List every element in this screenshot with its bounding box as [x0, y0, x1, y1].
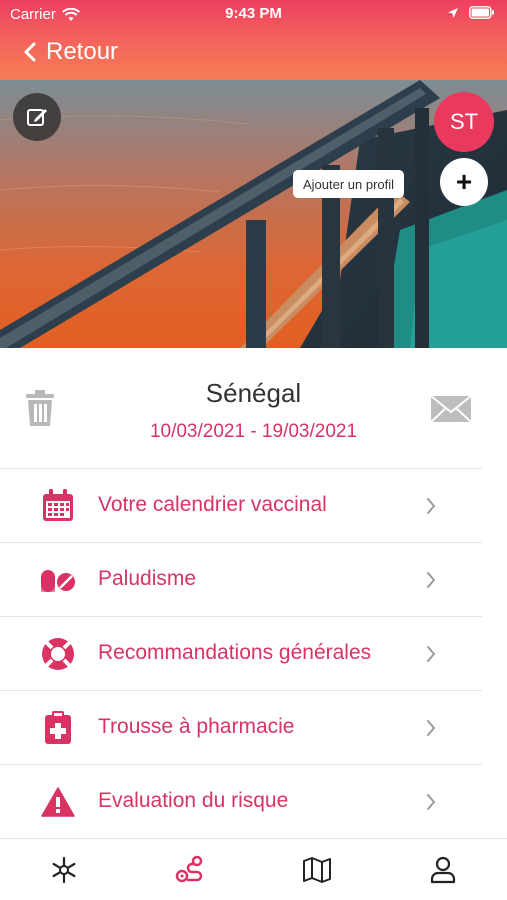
avatar-initials: ST: [449, 109, 479, 134]
trip-info: Sénégal 10/03/2021 - 19/03/2021: [0, 348, 507, 468]
location-arrow-icon: [448, 7, 458, 18]
calendar-icon: [40, 489, 76, 523]
pills-icon: [40, 563, 76, 597]
chevron-right-icon: [427, 572, 435, 588]
menu-item-label: Trousse à pharmacie: [98, 715, 295, 738]
tab-profile[interactable]: [428, 855, 458, 885]
chevron-right-icon: [427, 720, 435, 736]
share-email-button[interactable]: [430, 395, 472, 428]
profile-icon: [430, 856, 456, 884]
menu-item-risk-evaluation[interactable]: Evaluation du risque: [0, 764, 482, 838]
menu-item-label: Paludisme: [98, 567, 197, 590]
chevron-right-icon: [427, 498, 435, 514]
medical-star-icon: [52, 856, 76, 884]
chevron-right-icon: [427, 794, 435, 810]
map-icon: [303, 857, 331, 883]
lifebuoy-icon: [40, 637, 76, 671]
menu-item-malaria[interactable]: Paludisme: [0, 542, 482, 616]
chevron-right-icon: [427, 646, 435, 662]
edit-icon: [27, 109, 47, 126]
plus-icon: +: [455, 166, 473, 197]
tab-medical[interactable]: [49, 855, 79, 885]
menu-item-pharmacy-kit[interactable]: Trousse à pharmacie: [0, 690, 482, 764]
tab-trips[interactable]: [175, 855, 205, 885]
status-bar: Carrier 9:43 PM: [0, 0, 507, 28]
medical-kit-icon: [40, 711, 76, 745]
menu-item-vaccination[interactable]: Votre calendrier vaccinal: [0, 468, 482, 542]
status-time: 9:43 PM: [225, 5, 282, 22]
chevron-left-icon: [24, 42, 36, 62]
menu-item-label: Recommandations générales: [98, 641, 372, 664]
trip-menu-list: Votre calendrier vaccinal Paludisme Reco…: [0, 468, 482, 838]
boat-photo: [0, 80, 507, 348]
menu-item-general-recommendations[interactable]: Recommandations générales: [0, 616, 482, 690]
route-icon: [175, 855, 203, 883]
bottom-tab-bar: [0, 838, 507, 900]
menu-item-label: Evaluation du risque: [98, 789, 289, 812]
add-profile-tooltip-label: Ajouter un profil: [303, 176, 395, 192]
status-right-group: [447, 6, 495, 19]
add-profile-button[interactable]: +: [440, 158, 488, 206]
top-header: Carrier 9:43 PM Retour: [0, 0, 507, 80]
envelope-icon: [430, 395, 472, 423]
edit-trip-button[interactable]: [13, 93, 61, 141]
add-profile-tooltip: Ajouter un profil: [293, 170, 405, 198]
back-label: Retour: [46, 38, 119, 65]
battery-icon: [469, 6, 494, 19]
back-button[interactable]: Retour: [24, 38, 118, 66]
tab-map[interactable]: [302, 855, 332, 885]
warning-icon: [40, 785, 76, 819]
menu-item-label: Votre calendrier vaccinal: [98, 493, 327, 516]
profile-avatar[interactable]: ST: [434, 92, 494, 152]
trip-cover-image: ST Ajouter un profil +: [0, 80, 507, 348]
